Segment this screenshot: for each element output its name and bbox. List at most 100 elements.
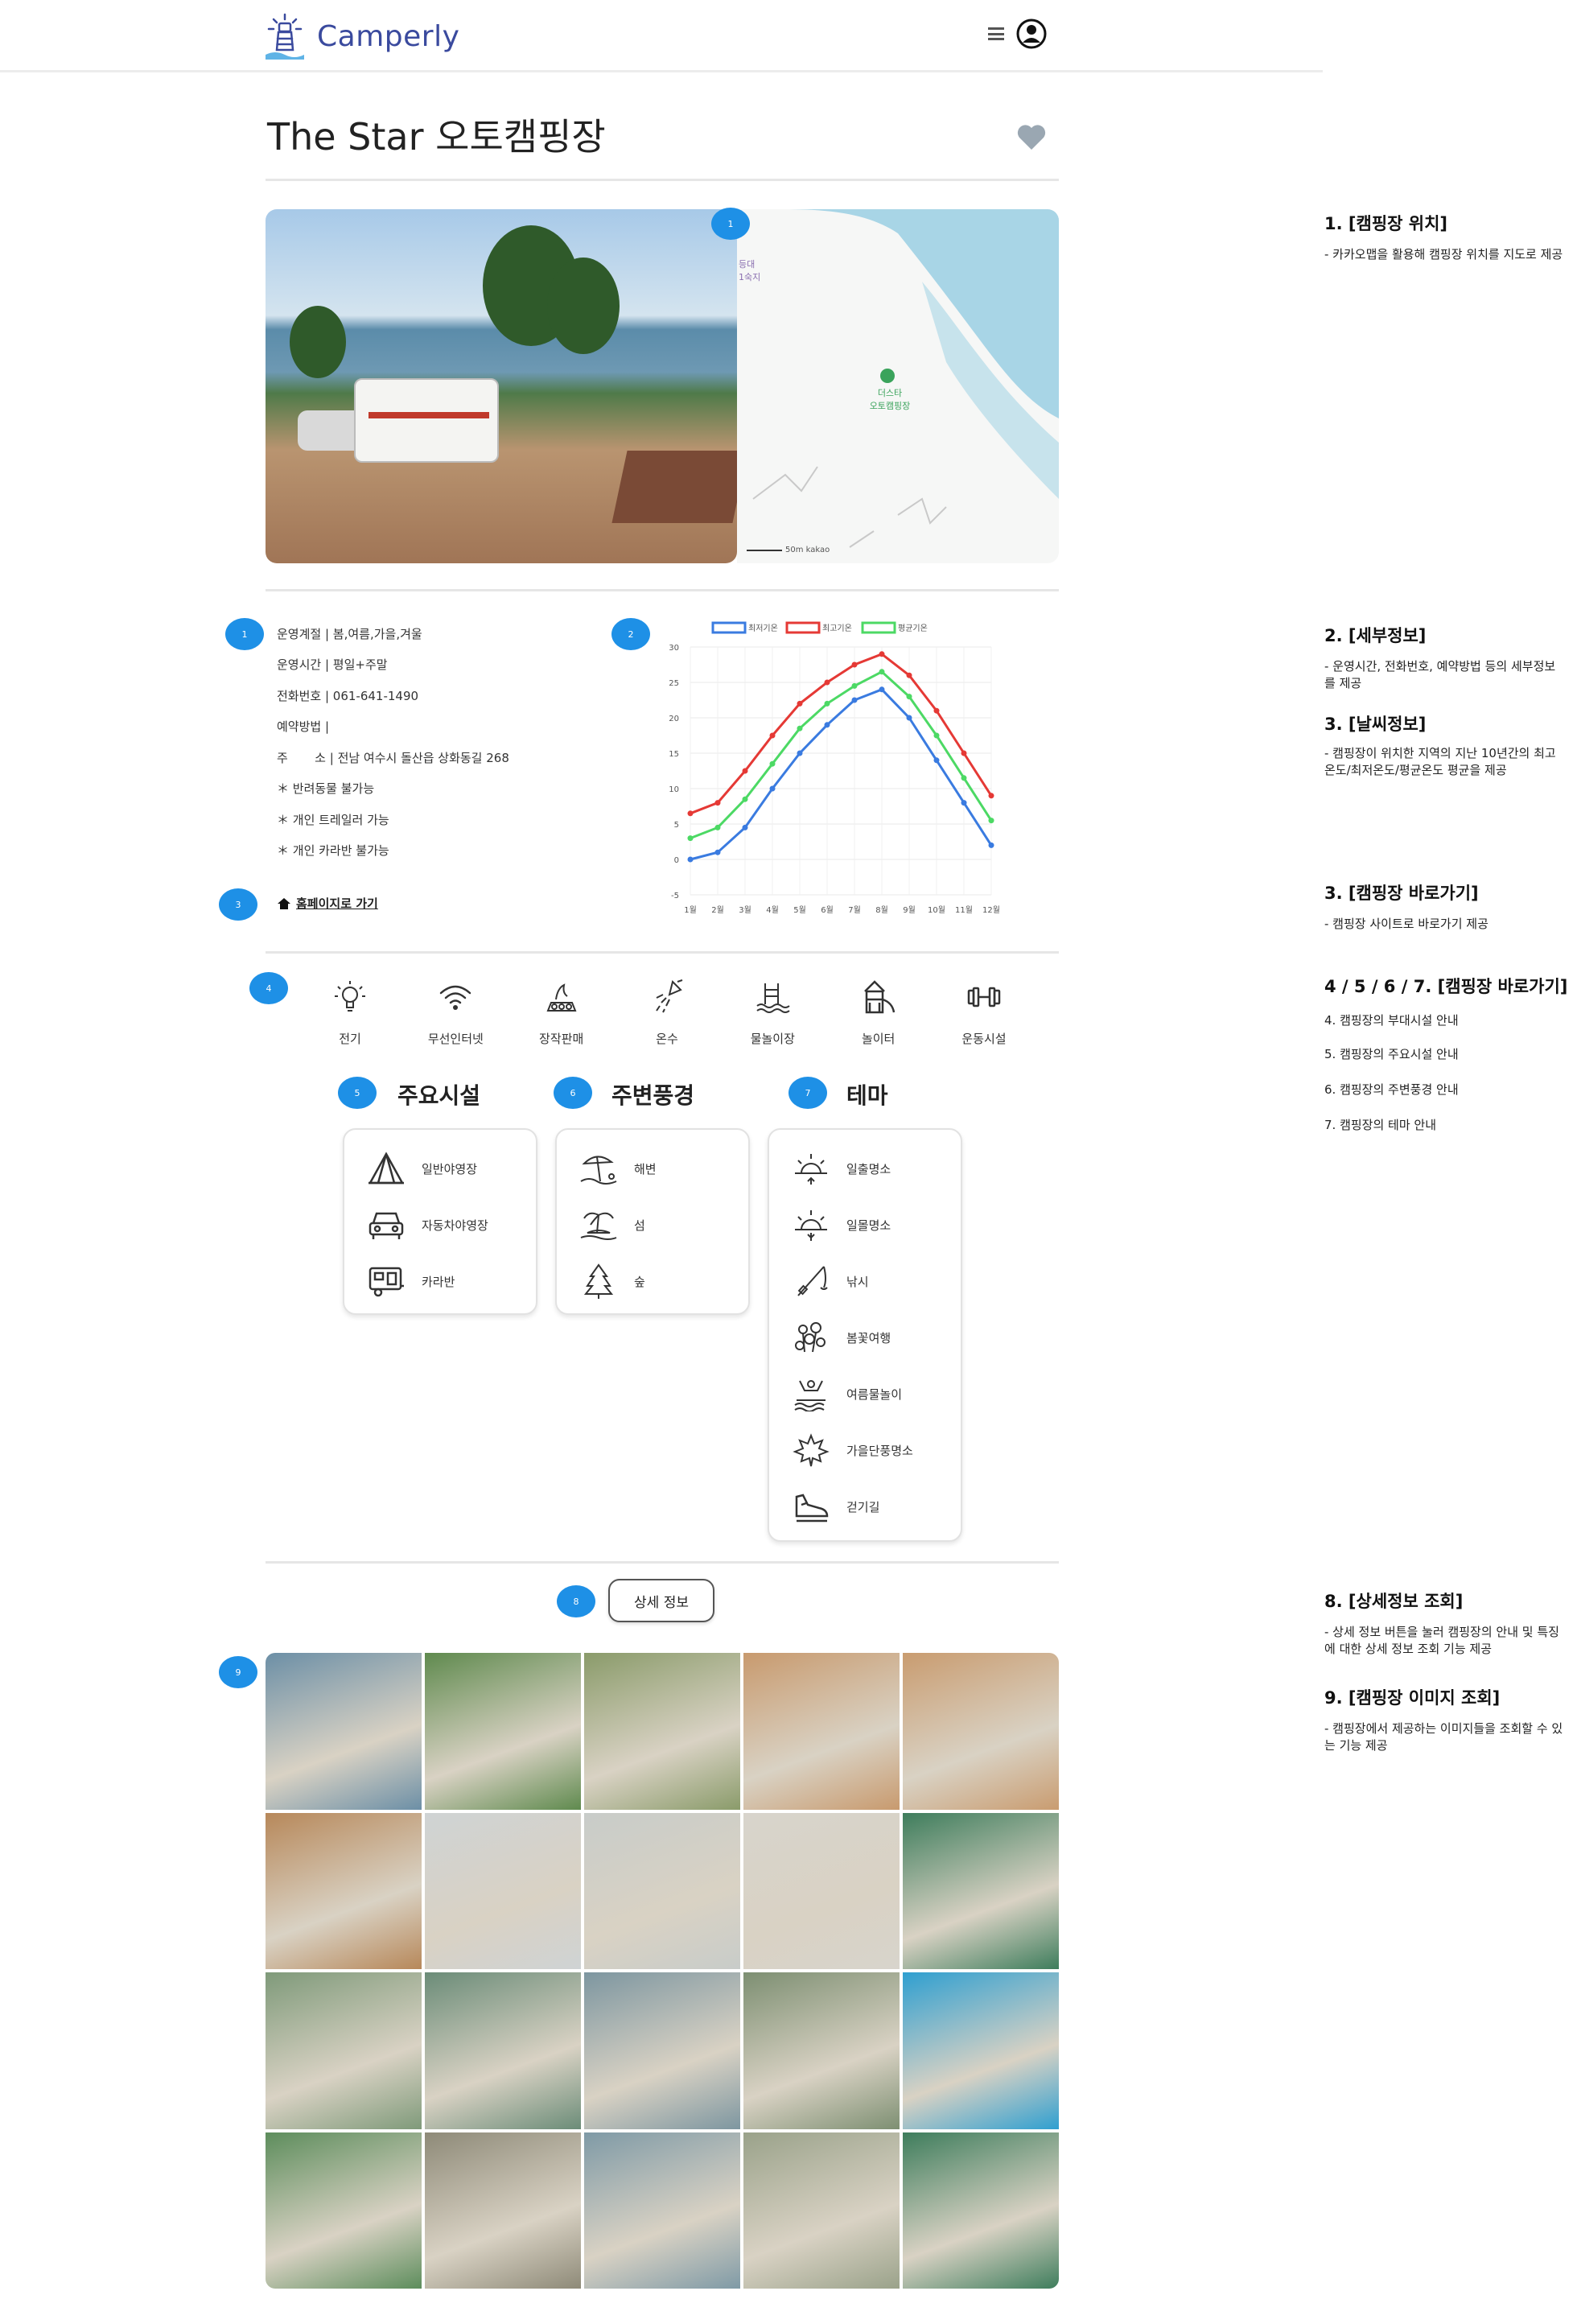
temperature-chart: -5 0 5 10 15 20 25 30 1월 2월 3월 4월 5월 6월 7월 8월 9월 10월 11월 12… — [669, 621, 1000, 915]
campsite-main-photo[interactable] — [266, 209, 737, 563]
chart-series-line — [690, 670, 993, 839]
chart-data-point — [797, 750, 803, 756]
gallery-photo[interactable] — [266, 2132, 422, 2289]
facility-label: 온수 — [656, 1032, 678, 1046]
divider — [266, 1561, 1059, 1564]
gallery-photo[interactable] — [266, 1972, 422, 2129]
main-facility-item: 자동차야영장 — [367, 1207, 488, 1242]
chart-data-point — [906, 694, 912, 700]
theme-item: 일출명소 — [792, 1151, 891, 1186]
chart-data-point — [961, 750, 967, 756]
gallery-photo[interactable] — [743, 2132, 900, 2289]
kakao-map[interactable]: 더스타 오토캠핑장 등대 1숙지 50m kakao — [737, 209, 1059, 563]
gallery-photo[interactable] — [425, 1812, 581, 1969]
chart-x-tick-label: 2월 — [711, 905, 724, 915]
item-label: 여름물놀이 — [846, 1387, 903, 1402]
hamburger-icon[interactable] — [988, 27, 1004, 40]
gallery-photo[interactable] — [743, 1653, 900, 1810]
map-pin-icon[interactable] — [880, 369, 895, 383]
gallery-photo[interactable] — [584, 1812, 740, 1969]
facility-label: 놀이터 — [861, 1032, 896, 1046]
note-title: 4 / 5 / 6 / 7. [캠핑장 바로가기] — [1324, 977, 1568, 996]
chart-data-point — [687, 856, 694, 863]
caravan-icon — [369, 1267, 404, 1297]
chart-y-tick-label: -5 — [671, 892, 679, 900]
chart-series-line — [690, 688, 993, 861]
gallery-photo[interactable] — [903, 1812, 1059, 1969]
firewood-icon — [546, 983, 577, 1012]
homepage-link[interactable]: 홈페이지로 가기 — [277, 895, 378, 912]
note-body: 4. 캠핑장의 부대시설 안내 — [1324, 1013, 1459, 1028]
badge-8: 8 — [557, 1585, 595, 1617]
badge-5: 5 — [338, 1077, 377, 1109]
facility-hot-water: 온수 — [623, 979, 711, 1047]
heart-icon[interactable] — [1015, 122, 1048, 151]
note-title: 9. [캠핑장 이미지 조회] — [1324, 1688, 1501, 1708]
gallery-photo[interactable] — [425, 1972, 581, 2129]
chart-x-tick-label: 6월 — [821, 905, 834, 915]
gallery-photo[interactable] — [903, 1972, 1059, 2129]
chart-legend-swatch — [785, 621, 821, 634]
note-title: 3. [날씨정보] — [1324, 715, 1427, 734]
campsite-info-list: 운영계절 | 봄,여름,가을,겨울 운영시간 | 평일+주말 전화번호 | 06… — [277, 618, 509, 866]
chart-data-point — [988, 793, 994, 799]
note-body: - 캠핑장 사이트로 바로가기 제공 — [1324, 917, 1488, 931]
chart-data-point — [742, 824, 748, 830]
gallery-photo[interactable] — [584, 2132, 740, 2289]
scenery-item: 해변 — [579, 1151, 657, 1186]
note-body: 7. 캠핑장의 테마 안내 — [1324, 1118, 1437, 1132]
item-label: 일몰명소 — [846, 1218, 891, 1233]
detail-info-button[interactable]: 상세 정보 — [608, 1579, 714, 1622]
flower-icon — [795, 1322, 826, 1353]
chart-y-tick-label: 30 — [669, 644, 679, 653]
item-label: 섬 — [634, 1218, 645, 1233]
gallery-photo[interactable] — [584, 1972, 740, 2129]
chart-data-point — [797, 725, 803, 731]
divider — [266, 589, 1059, 591]
chart-data-point — [714, 800, 721, 806]
gallery-photo[interactable] — [743, 1972, 900, 2129]
swimming-icon — [794, 1380, 826, 1411]
chart-data-point — [824, 679, 830, 686]
chart-data-point — [933, 757, 940, 764]
theme-item: 여름물놀이 — [792, 1376, 902, 1411]
badge-3: 3 — [219, 888, 257, 921]
gallery-photo[interactable] — [425, 2132, 581, 2289]
gallery-photo[interactable] — [584, 1653, 740, 1810]
note-body: - 운영시간, 전화번호, 예약방법 등의 세부정보를 제공 — [1324, 659, 1556, 690]
item-label: 해변 — [634, 1161, 657, 1176]
chart-y-tick-label: 10 — [669, 785, 679, 794]
facility-label: 물놀이장 — [750, 1032, 795, 1046]
gallery-photo[interactable] — [266, 1653, 422, 1810]
pool-icon — [756, 983, 790, 1013]
note-body: - 상세 정보 버튼을 눌러 캠핑장의 안내 및 특징에 대한 상세 정보 조회… — [1324, 1625, 1559, 1656]
gallery-photo[interactable] — [425, 1653, 581, 1810]
chart-y-tick-label: 0 — [674, 856, 679, 865]
gallery-photo[interactable] — [743, 1812, 900, 1969]
gallery-photo[interactable] — [903, 1653, 1059, 1810]
chart-y-tick-label: 25 — [669, 679, 679, 688]
user-circle-icon[interactable] — [1015, 18, 1048, 50]
logo[interactable]: Camperly — [264, 13, 459, 60]
badge-9: 9 — [219, 1656, 257, 1688]
theme-item: 걷기길 — [792, 1489, 879, 1524]
chart-y-tick-label: 20 — [669, 715, 679, 723]
theme-item: 봄꽃여행 — [792, 1320, 891, 1355]
item-label: 낚시 — [846, 1274, 869, 1289]
info-row: 운영시간 | 평일+주말 — [277, 657, 388, 673]
facility-pool: 물놀이장 — [728, 979, 817, 1047]
chart-data-point — [933, 707, 940, 714]
note-body: 6. 캠핑장의 주변풍경 안내 — [1324, 1082, 1459, 1097]
chart-y-tick-label: 5 — [674, 821, 679, 830]
info-row: 운영계절 | 봄,여름,가을,겨울 — [277, 626, 422, 641]
info-row: 예약방법 | — [277, 719, 330, 735]
facility-icons-row: 전기 무선인터넷 장작판매 온수 물놀이장 놀이터 운동시설 — [306, 979, 1028, 1047]
chart-data-point — [687, 835, 694, 842]
chart-data-point — [988, 818, 994, 824]
badge-4: 4 — [249, 972, 288, 1004]
main-facility-item: 일반야영장 — [367, 1151, 477, 1186]
map-poi-label: 등대 1숙지 — [739, 259, 761, 282]
gallery-photo[interactable] — [266, 1812, 422, 1969]
gallery-photo[interactable] — [903, 2132, 1059, 2289]
chart-x-tick-label: 7월 — [848, 905, 861, 915]
